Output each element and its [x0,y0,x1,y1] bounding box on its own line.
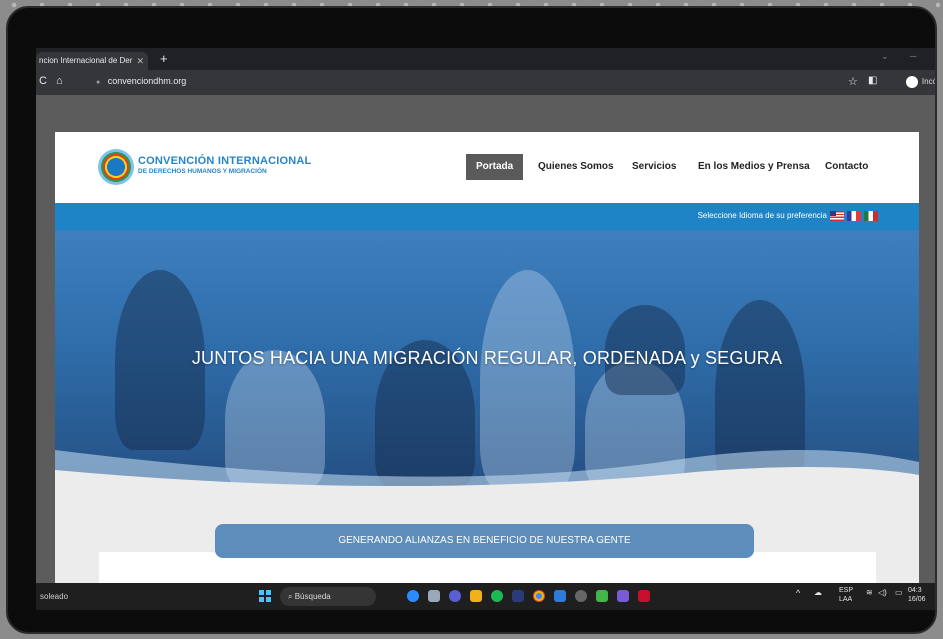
tab-search-chevron-icon[interactable]: ⌄ [881,51,889,62]
url-text: convenciondhm.org [107,76,187,86]
incognito-label: Incó [921,77,937,87]
globe-logo-icon[interactable] [98,149,134,185]
acrobat-icon[interactable] [638,590,650,602]
volume-icon[interactable]: ◁) [878,588,887,597]
task-view-icon[interactable] [428,590,440,602]
alliances-button[interactable]: GENERANDO ALIANZAS EN BENEFICIO DE NUEST… [215,524,754,558]
incognito-icon [905,76,918,88]
cloud-icon[interactable]: ☁ [814,588,822,597]
laptop-frame: ncion Internacional de Der ✕ + ⌄ ─ C ⌂ ●… [6,6,937,634]
file-explorer-icon[interactable] [470,590,482,602]
nav-quienes-somos[interactable]: Quienes Somos [538,154,614,180]
hero-title: JUNTOS HACIA UNA MIGRACIÓN REGULAR, ORDE… [191,348,783,368]
tab-title: ncion Internacional de Der [39,56,133,65]
side-panel-icon[interactable]: ◧ [868,75,877,86]
website-page: CONVENCIÓN INTERNACIONAL DE DERECHOS HUM… [55,132,919,583]
browser-viewport: CONVENCIÓN INTERNACIONAL DE DERECHOS HUM… [36,95,935,583]
teams-chat-icon[interactable] [449,590,461,602]
nav-portada[interactable]: Portada [466,154,524,180]
language-indicator[interactable]: ESP LAA [839,586,853,604]
nav-medios-prensa[interactable]: En los Medios y Prensa [698,154,810,180]
minimize-button[interactable]: ─ [910,51,916,61]
logo-title[interactable]: CONVENCIÓN INTERNACIONAL [138,155,311,167]
spotify-icon[interactable] [491,590,503,602]
language-code: ESP [839,587,854,594]
bookmark-star-icon[interactable]: ☆ [848,75,858,88]
app-icon[interactable] [596,590,608,602]
clock-date: 16/06 [908,596,926,603]
windows-start-icon[interactable] [259,590,271,602]
incognito-profile[interactable]: Incó [905,76,937,88]
app-icon[interactable] [617,590,629,602]
search-placeholder: Búsqueda [294,592,331,601]
browser-toolbar: C ⌂ ● convenciondhm.org ☆ ◧ Incó [36,70,937,95]
hero-banner: JUNTOS HACIA UNA MIGRACIÓN REGULAR, ORDE… [55,230,919,490]
site-info-icon[interactable]: ● [96,79,100,86]
tray-chevron-up-icon[interactable]: ^ [796,588,800,598]
clock[interactable]: 04:3 16/06 [908,586,926,604]
search-icon: ⌕ [288,592,295,601]
close-tab-icon[interactable]: ✕ [136,52,144,70]
audition-icon[interactable] [512,590,524,602]
screen: ncion Internacional de Der ✕ + ⌄ ─ C ⌂ ●… [36,48,937,610]
new-tab-button[interactable]: + [160,51,168,66]
reload-icon[interactable]: C [39,75,47,87]
chrome-icon[interactable] [533,590,545,602]
language-prompt: Seleccione Idioma de su preferencia [697,211,827,220]
copilot-icon[interactable] [407,590,419,602]
language-bar: Seleccione Idioma de su preferencia [55,203,919,230]
app-icon[interactable] [575,590,587,602]
site-header: CONVENCIÓN INTERNACIONAL DE DERECHOS HUM… [55,132,919,203]
notes-icon[interactable] [554,590,566,602]
browser-tab-bar: ncion Internacional de Der ✕ + ⌄ ─ [36,48,935,70]
weather-widget[interactable]: soleado [40,592,68,601]
clock-time: 04:3 [908,587,922,594]
nav-servicios[interactable]: Servicios [632,154,676,180]
address-bar[interactable]: ● convenciondhm.org [96,76,186,86]
region-code: LAA [839,596,853,603]
windows-taskbar: soleado ⌕ Búsqueda ^ ☁ ESP LAA ≋ ◁) ▭ 04… [36,583,935,610]
home-icon[interactable]: ⌂ [56,75,63,87]
nav-contacto[interactable]: Contacto [825,154,868,180]
taskbar-search[interactable]: ⌕ Búsqueda [280,587,376,606]
logo-subtitle[interactable]: DE DERECHOS HUMANOS Y MIGRACIÓN [138,168,267,175]
browser-tab[interactable]: ncion Internacional de Der ✕ [36,52,148,70]
us-flag-icon[interactable] [830,211,844,221]
content-section: GENERANDO ALIANZAS EN BENEFICIO DE NUEST… [55,490,919,583]
mexico-flag-icon[interactable] [864,211,878,221]
battery-icon[interactable]: ▭ [895,588,903,597]
france-flag-icon[interactable] [847,211,861,221]
wifi-icon[interactable]: ≋ [866,588,873,597]
hero-wave-shape [55,450,919,490]
